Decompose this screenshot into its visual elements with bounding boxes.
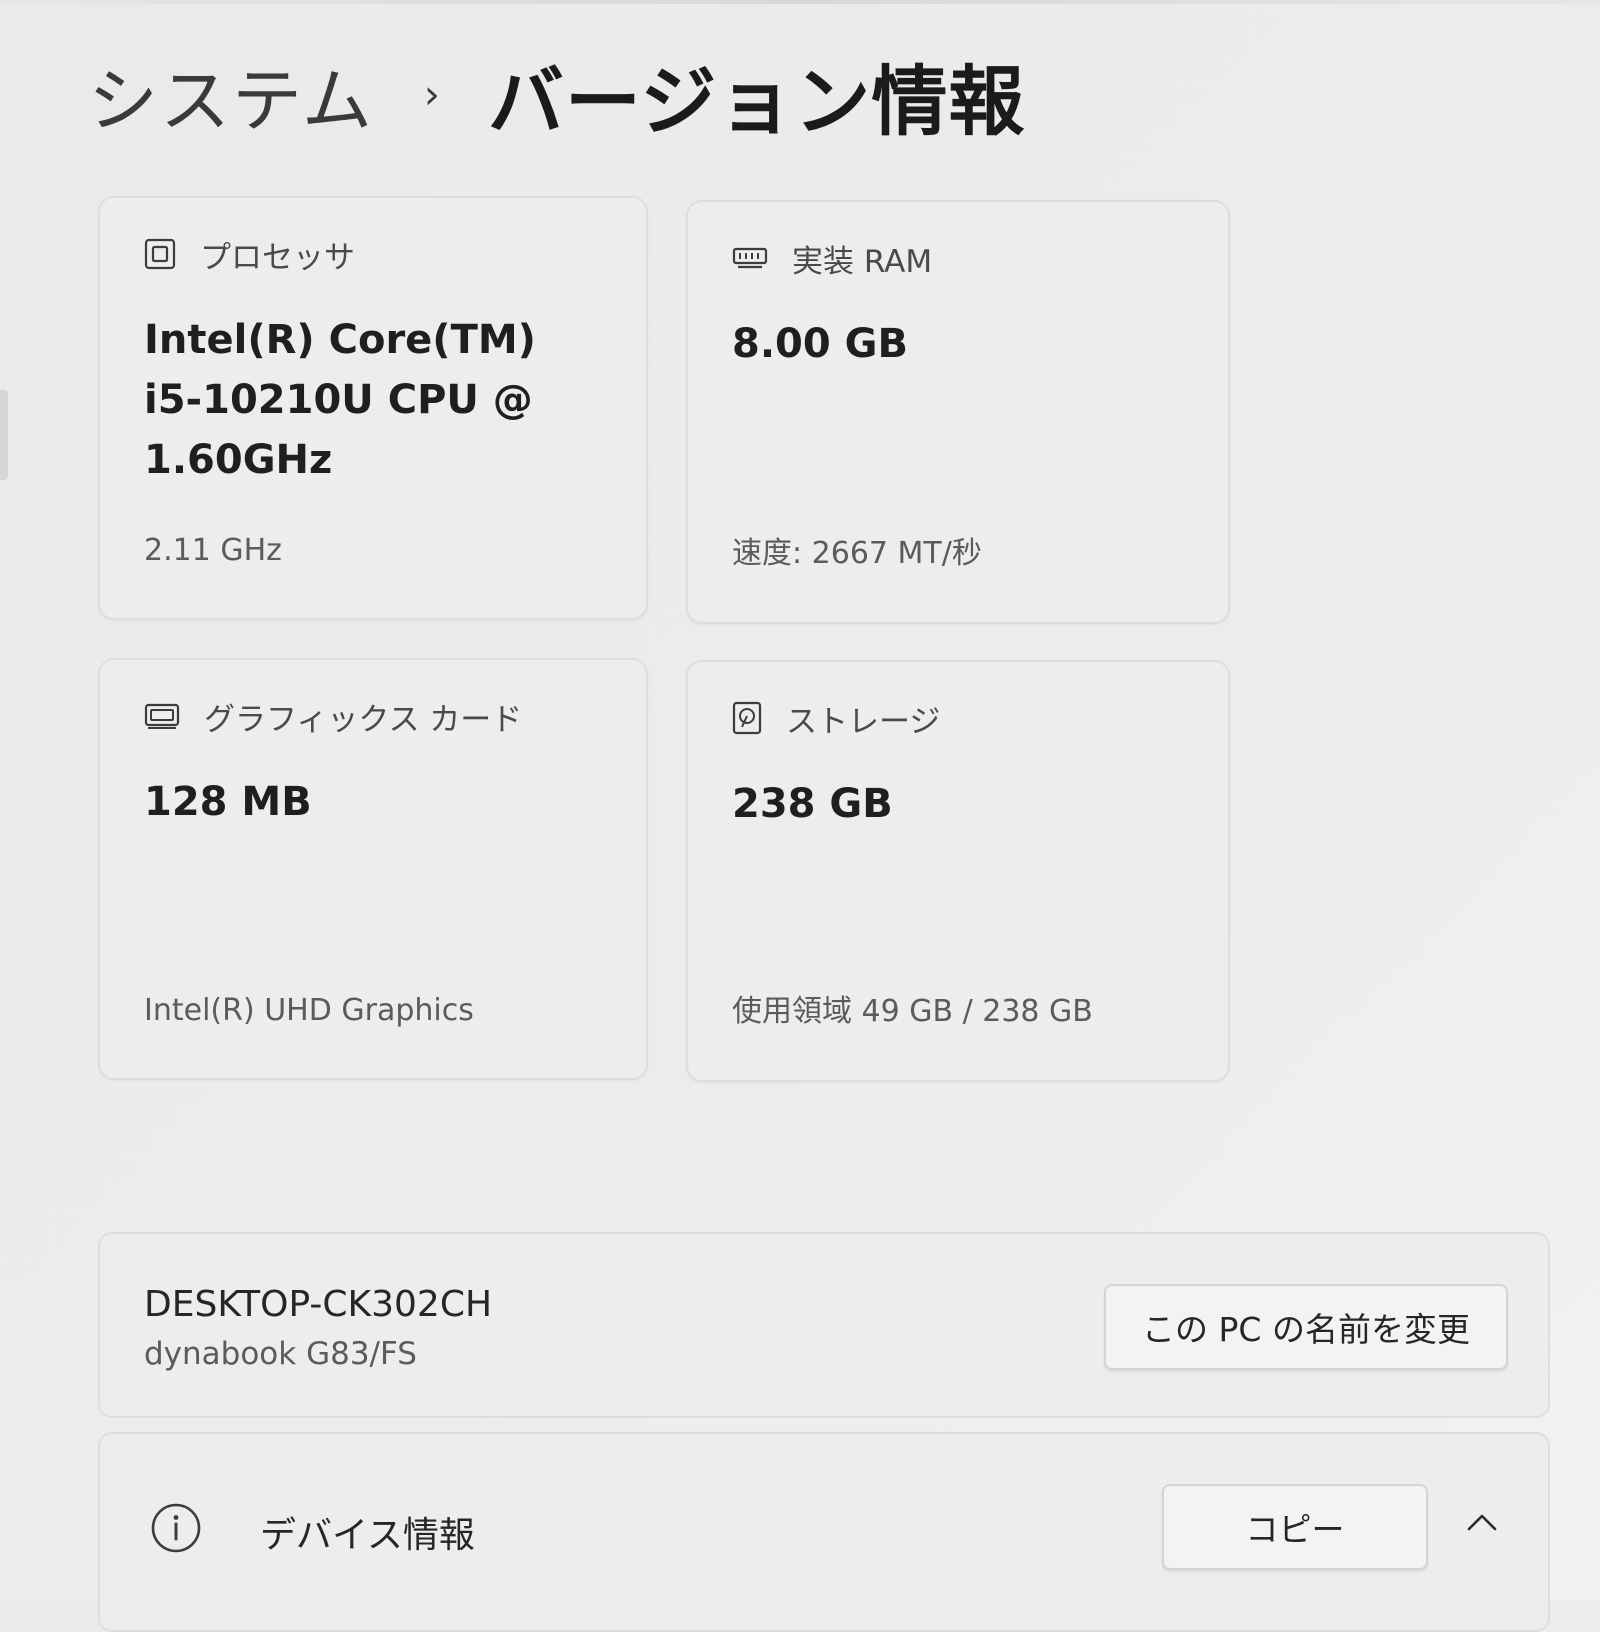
storage-header: ストレージ xyxy=(732,698,941,740)
rename-pc-button[interactable]: この PC の名前を変更 xyxy=(1104,1284,1508,1370)
storage-icon xyxy=(732,701,762,735)
chevron-up-icon[interactable] xyxy=(1466,1512,1498,1532)
storage-card: ストレージ 238 GB 使用領域 49 GB / 238 GB xyxy=(686,660,1230,1082)
copy-button[interactable]: コピー xyxy=(1162,1484,1428,1570)
nav-pane-edge xyxy=(0,390,8,480)
graphics-card-icon xyxy=(144,703,180,729)
storage-value: 238 GB xyxy=(732,781,893,827)
processor-header: プロセッサ xyxy=(144,234,355,276)
graphics-card: グラフィックス カード 128 MB Intel(R) UHD Graphics xyxy=(98,658,648,1080)
ram-value: 8.00 GB xyxy=(732,321,908,367)
breadcrumb-chevron-icon: › xyxy=(423,72,440,118)
processor-value: Intel(R) Core(TM) i5-10210U CPU @ 1.60GH… xyxy=(144,310,614,490)
page-title: バージョン情報 xyxy=(487,57,1026,146)
graphics-header: グラフィックス カード xyxy=(144,696,523,738)
pc-name-card: DESKTOP-CK302CH dynabook G83/FS この PC の名… xyxy=(98,1232,1550,1418)
breadcrumb-system-link[interactable]: システム xyxy=(88,45,374,146)
storage-label: ストレージ xyxy=(786,703,941,740)
processor-card: プロセッサ Intel(R) Core(TM) i5-10210U CPU @ … xyxy=(98,196,648,620)
processor-value-line: i5-10210U CPU @ xyxy=(144,377,533,423)
ram-icon xyxy=(732,247,768,269)
device-info-title: デバイス情報 xyxy=(260,1515,475,1556)
storage-usage: 使用領域 49 GB / 238 GB xyxy=(732,994,1093,1029)
processor-icon xyxy=(144,238,176,270)
ram-speed: 速度: 2667 MT/秒 xyxy=(732,536,982,571)
device-info-card[interactable]: デバイス情報 コピー xyxy=(98,1432,1550,1632)
breadcrumb: システム › バージョン情報 xyxy=(88,50,1025,146)
pc-name: DESKTOP-CK302CH xyxy=(144,1284,493,1325)
ram-label: 実装 RAM xyxy=(792,243,933,280)
graphics-adapter: Intel(R) UHD Graphics xyxy=(144,993,474,1028)
graphics-label: グラフィックス カード xyxy=(204,701,523,738)
processor-value-line: 1.60GHz xyxy=(144,437,333,483)
processor-speed: 2.11 GHz xyxy=(144,533,282,568)
info-icon xyxy=(151,1503,201,1553)
pc-model: dynabook G83/FS xyxy=(144,1336,417,1372)
processor-value-line: Intel(R) Core(TM) xyxy=(144,317,536,363)
ram-header: 実装 RAM xyxy=(732,238,933,280)
window-top-edge xyxy=(0,0,1600,4)
graphics-value: 128 MB xyxy=(144,779,312,825)
processor-label: プロセッサ xyxy=(200,239,355,276)
ram-card: 実装 RAM 8.00 GB 速度: 2667 MT/秒 xyxy=(686,200,1230,624)
